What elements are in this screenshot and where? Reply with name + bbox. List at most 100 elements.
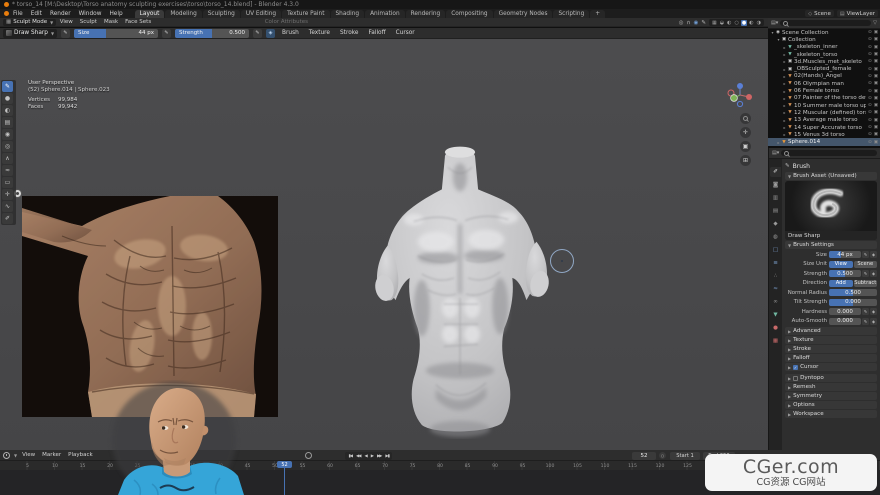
disable-render-icon[interactable]: ▣ [874,103,878,108]
outliner-row[interactable]: ▸ ▼ Sphere.014 ⊙ ▣ [768,138,880,145]
shading-toggle-icon[interactable]: ◐ [726,20,732,26]
setting-slider[interactable]: 0.000 [829,318,861,325]
editor-type-icon[interactable]: ▦ [6,19,11,25]
hide-viewport-icon[interactable]: ⊙ [868,74,872,79]
properties-tab[interactable]: ▼ [770,310,781,320]
disable-render-icon[interactable]: ▣ [874,96,878,101]
tool-button[interactable]: ≈ [2,165,13,176]
workspace-tab[interactable]: Texture Paint [282,10,329,18]
outliner-row[interactable]: ▸ ▣ 3d.Muscles_met_skeleto ⊙ ▣ [768,58,880,65]
menubar-menu[interactable]: Window [75,11,106,17]
hide-viewport-icon[interactable]: ⊙ [868,52,872,57]
outliner-row[interactable]: ▸ ▼ 06 Olympian man ⊙ ▣ [768,80,880,87]
pressure-icon[interactable]: ✎ [862,251,869,258]
pressure-icon[interactable]: ✎ [862,308,869,315]
properties-tab[interactable]: ◙ [770,180,781,190]
tool-button[interactable]: ◐ [2,105,13,116]
properties-tab[interactable]: ∞ [770,297,781,307]
outliner-display-mode-icon[interactable]: ▤▾ [771,20,778,26]
section-brush-settings[interactable]: ▼ Brush Settings [785,241,877,249]
playback-button[interactable]: ◀ [363,453,368,458]
properties-tab[interactable]: ● [770,323,781,333]
workspace-tab[interactable]: Shading [331,10,365,18]
section-brush-asset[interactable]: ▼ Brush Asset (Unsaved) [785,172,877,180]
properties-display-icon[interactable]: ▤▾ [772,150,779,156]
outliner-row[interactable]: ▸ ▼ 14 Super Accurate torso ⊙ ▣ [768,124,880,131]
viewport-menu[interactable]: Mask [100,19,121,25]
outliner-row[interactable]: ▸ ▼ 07 Painter of the torso deformed ⊙ ▣ [768,95,880,102]
mode-selector[interactable]: ▦ Sculpt Mode ▼ [3,19,56,26]
current-frame-field[interactable]: 52 [632,452,656,460]
viewport-header-icon[interactable]: ◉ [694,20,699,26]
properties-tab[interactable]: ≡ [770,258,781,268]
playback-button[interactable]: ▶ [369,453,374,458]
viewport-header-icon[interactable]: ✎ [701,20,706,26]
panel-section-header[interactable]: ▶ Dyntopo [785,374,877,382]
outliner-row[interactable]: ▾ ◉ Scene Collection ⊙ ▣ [768,29,880,36]
tool-button[interactable]: ▭ [2,177,13,188]
workspace-tab[interactable]: Modeling [165,10,201,18]
tool-button[interactable]: ◎ [2,141,13,152]
view-layer-selector[interactable]: ▤ ViewLayer [837,10,878,17]
segment-option-a[interactable]: View [829,261,853,268]
tool-button[interactable]: ● [2,93,13,104]
navigation-gizmo[interactable] [726,81,754,109]
shading-toggle-icon[interactable]: ◒ [719,20,725,26]
pressure-icon[interactable]: ✎ [862,318,869,325]
disable-render-icon[interactable]: ▣ [874,81,878,86]
disable-render-icon[interactable]: ▣ [874,59,878,64]
viewport-menu[interactable]: Face Sets [122,19,155,25]
properties-tab[interactable]: ▦ [770,336,781,346]
pressure-icon[interactable]: ✎ [862,270,869,277]
hide-viewport-icon[interactable]: ⊙ [868,45,872,50]
disable-render-icon[interactable]: ▣ [874,45,878,50]
hide-viewport-icon[interactable]: ⊙ [868,96,872,101]
menubar-menu[interactable]: Help [105,11,126,17]
properties-search-input[interactable] [781,150,877,156]
panel-section-header[interactable]: ▶ Options [785,401,877,409]
brush-preview[interactable]: Draw Sharp [785,181,877,240]
viewport-menu[interactable]: Sculpt [76,19,100,25]
collapsed-section-header[interactable]: ▶ Texture [785,336,877,344]
outliner-row[interactable]: ▸ ▼ 06 Female torso ⊙ ▣ [768,87,880,94]
disable-render-icon[interactable]: ▣ [874,118,878,123]
outliner-row[interactable]: ▸ ▣ _OBSculpted_female ⊙ ▣ [768,65,880,72]
timeline-menu[interactable]: Playback [66,452,95,458]
properties-tab[interactable]: ▤ [770,206,781,216]
workspace-tab[interactable]: Geometry Nodes [494,10,553,18]
playhead-frame-label[interactable]: 52 [277,461,292,468]
hide-viewport-icon[interactable]: ⊙ [868,89,872,94]
outliner-row[interactable]: ▸ ▼ _skeleton_inner ⊙ ▣ [768,44,880,51]
viewport-header-icon[interactable]: ◎ [679,20,684,26]
workspace-tab[interactable]: Layout [135,10,165,18]
timeline-menu[interactable]: Marker [40,452,63,458]
menubar-menu[interactable]: File [9,11,27,17]
camera-view-icon[interactable]: ▣ [740,141,751,152]
hide-viewport-icon[interactable]: ⊙ [868,140,872,145]
setting-slider[interactable]: 0.000 [829,308,861,315]
properties-tab[interactable]: ∴ [770,271,781,281]
scene-selector[interactable]: ◇ Scene [805,10,834,17]
auto-keying-icon[interactable] [305,452,312,459]
outliner-row[interactable]: ▸ ▼ 12 Muscular (defined) torso ⊙ ▣ [768,109,880,116]
unified-icon[interactable]: ◈ [870,318,877,325]
properties-tab[interactable]: ≈ [770,284,781,294]
panel-section-header[interactable]: ▶ Symmetry [785,392,877,400]
section-checkbox[interactable]: ✓ [793,365,798,370]
outliner-row[interactable]: ▸ ▼ 13 Average male torso ⊙ ▣ [768,117,880,124]
panel-section-header[interactable]: ▶ Remesh [785,383,877,391]
playback-button[interactable]: ▮◀ [347,453,354,458]
playback-button[interactable]: ◀◀ [355,453,362,458]
disable-render-icon[interactable]: ▣ [874,52,878,57]
tool-button[interactable]: ◉ [2,129,13,140]
outliner-row[interactable]: ▸ ▼ _skeleton_torso ⊙ ▣ [768,51,880,58]
tool-settings-menu[interactable]: Stroke [337,30,361,36]
brush-selector[interactable]: Draw Sharp ▼ [3,29,57,38]
menubar-menu[interactable]: Edit [27,11,46,17]
disable-render-icon[interactable]: ▣ [874,125,878,130]
tool-button[interactable]: ∿ [2,201,13,212]
hide-viewport-icon[interactable]: ⊙ [868,110,872,115]
viewport-header-icon[interactable]: ∩ [687,20,691,26]
shading-toggle-icon[interactable]: ◑ [756,20,762,26]
setting-slider[interactable]: 0.500 [829,289,877,296]
